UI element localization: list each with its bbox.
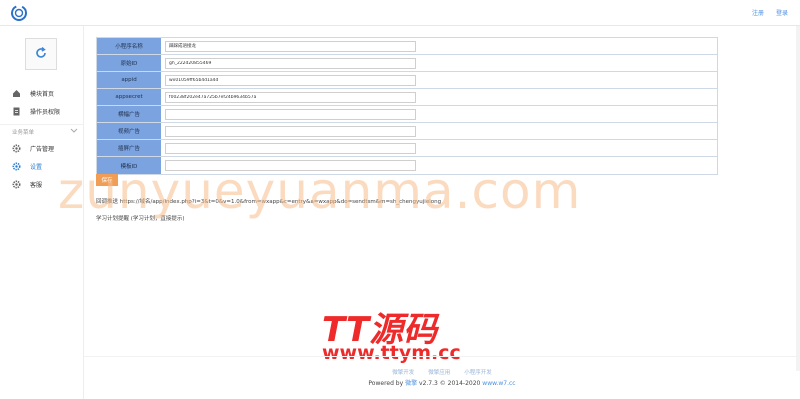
field-label: 原始ID xyxy=(97,55,161,71)
appid-input[interactable] xyxy=(165,74,416,86)
sidebar-item-module-home[interactable]: 模块首页 xyxy=(0,84,84,102)
sidebar-item-label: 模块首页 xyxy=(30,90,55,98)
watermark-text: zunyueyuanma.com xyxy=(58,162,582,220)
powered-site-link[interactable]: www.w7.cc xyxy=(482,380,515,387)
field-label: 横幅广告 xyxy=(97,106,161,122)
footer-link[interactable]: 微擎开发 xyxy=(392,368,414,376)
page-scrollbar[interactable] xyxy=(796,26,800,371)
document-icon xyxy=(12,107,21,116)
sidebar-item-label: 操作员权限 xyxy=(30,108,61,116)
video-ad-input[interactable] xyxy=(165,125,416,137)
form-row-appsecret: appsecret xyxy=(97,89,717,106)
field-label: appsecret xyxy=(97,89,161,105)
sidebar-item-operator-permissions[interactable]: 操作员权限 xyxy=(0,102,84,120)
powered-by: Powered by 微擎 v2.7.3 © 2014-2020 www.w7.… xyxy=(84,378,800,387)
powered-version: v2.7.3 © 2014-2020 xyxy=(419,380,481,387)
original-id-input[interactable] xyxy=(165,57,416,69)
sidebar-group-business-menu[interactable]: 业务菜单 xyxy=(0,125,84,139)
sidebar-group-label: 业务菜单 xyxy=(12,130,35,136)
refresh-icon xyxy=(34,46,48,62)
form-row-banner-ad: 横幅广告 xyxy=(97,106,717,123)
module-icon-box[interactable] xyxy=(25,38,57,70)
form-row-video-ad: 视频广告 xyxy=(97,123,717,140)
gear-icon xyxy=(12,161,21,171)
footer: 微擎开发 微擎应用 小程序开发 Powered by 微擎 v2.7.3 © 2… xyxy=(84,356,800,399)
form-row-app-name: 小程序名称 xyxy=(97,38,717,55)
sidebar-item-label: 广告管理 xyxy=(30,145,55,153)
footer-link[interactable]: 小程序开发 xyxy=(464,368,492,376)
chevron-down-icon xyxy=(70,128,78,136)
appsecret-input[interactable] xyxy=(165,91,416,103)
app-logo-icon[interactable] xyxy=(10,4,28,22)
field-label: 插屏广告 xyxy=(97,140,161,156)
sidebar-item-label: 客服 xyxy=(30,181,43,189)
powered-prefix: Powered by xyxy=(368,380,404,387)
sidebar-item-label: 设置 xyxy=(30,163,43,171)
login-link[interactable]: 登录 xyxy=(776,8,788,17)
gear-icon xyxy=(12,143,21,153)
register-link[interactable]: 注册 xyxy=(752,8,764,17)
top-bar: 注册 登录 xyxy=(0,0,800,26)
interstitial-ad-input[interactable] xyxy=(165,142,416,154)
footer-link[interactable]: 微擎应用 xyxy=(428,368,450,376)
app-name-input[interactable] xyxy=(165,40,416,52)
form-row-interstitial-ad: 插屏广告 xyxy=(97,140,717,157)
sidebar-item-ad-management[interactable]: 广告管理 xyxy=(0,139,84,157)
powered-brand-link[interactable]: 微擎 xyxy=(405,380,417,387)
settings-form: 小程序名称 原始ID appid appsecret 横幅广告 视频广告 插屏广… xyxy=(96,37,718,175)
form-row-appid: appid xyxy=(97,72,717,89)
banner-ad-input[interactable] xyxy=(165,108,416,120)
home-icon xyxy=(12,89,21,98)
gear-icon xyxy=(12,179,21,189)
form-row-original-id: 原始ID xyxy=(97,55,717,72)
field-label: 视频广告 xyxy=(97,123,161,139)
field-label: 小程序名称 xyxy=(97,38,161,54)
field-label: appid xyxy=(97,72,161,88)
